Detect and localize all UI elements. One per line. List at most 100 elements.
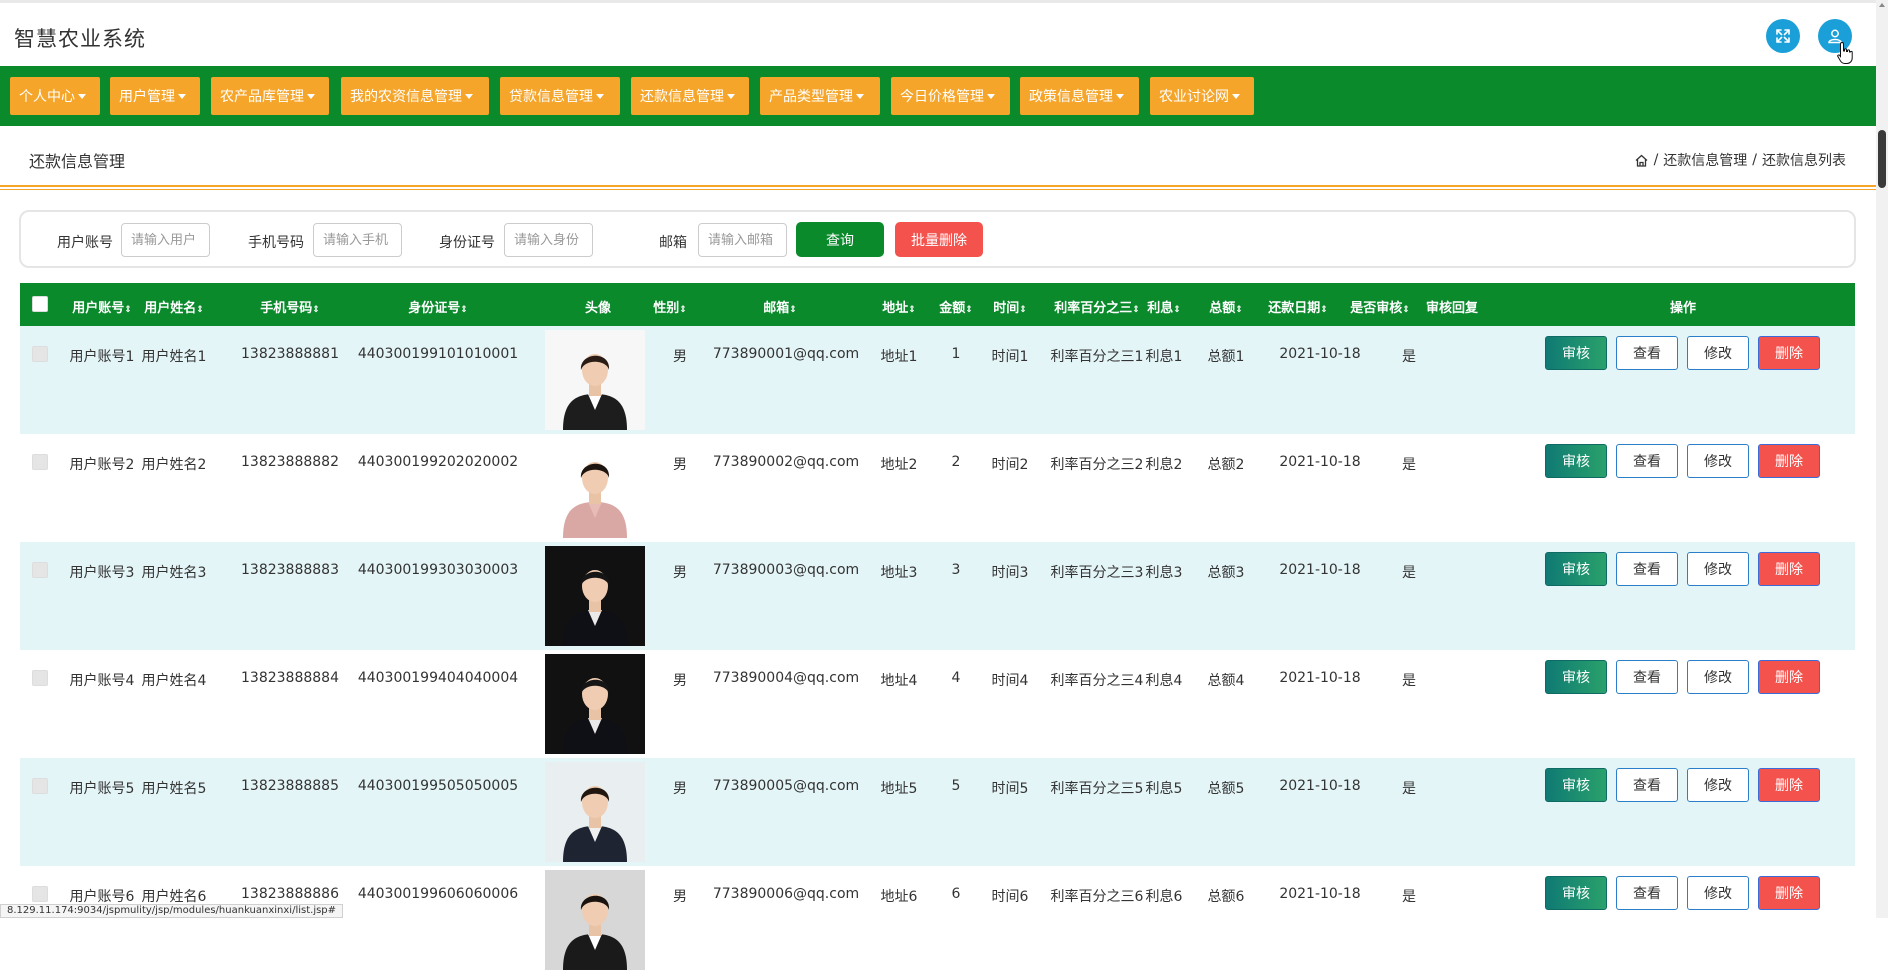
sort-icon[interactable]: ⇕ <box>1019 305 1027 315</box>
breadcrumb-item-repayment-management[interactable]: 还款信息管理 <box>1663 150 1747 170</box>
email-search-input[interactable] <box>698 223 787 257</box>
sort-icon[interactable]: ⇕ <box>965 305 973 315</box>
cell-reviewed: 是 <box>1402 673 1416 689</box>
column-header[interactable]: 利息⇕ <box>1147 297 1181 316</box>
nav-item-user-management[interactable]: 用户管理 <box>110 77 200 115</box>
review-button[interactable]: 审核 <box>1545 660 1607 694</box>
avatar-photo <box>545 762 645 862</box>
delete-button[interactable]: 删除 <box>1758 768 1820 802</box>
breadcrumb-separator: / <box>1752 152 1757 168</box>
edit-button[interactable]: 修改 <box>1687 444 1749 478</box>
nav-item-discussion-forum[interactable]: 农业讨论网 <box>1150 77 1254 115</box>
sort-icon[interactable]: ⇕ <box>460 305 468 315</box>
cell-reviewed: 是 <box>1402 889 1416 905</box>
review-button[interactable]: 审核 <box>1545 876 1607 910</box>
row-checkbox[interactable] <box>32 886 48 902</box>
column-header[interactable]: 时间⇕ <box>993 297 1027 316</box>
nav-item-today-prices[interactable]: 今日价格管理 <box>891 77 1010 115</box>
cell-account: 用户账号3 <box>69 565 135 581</box>
column-header[interactable]: 还款日期⇕ <box>1268 297 1328 316</box>
bulk-delete-button[interactable]: 批量删除 <box>895 222 983 257</box>
column-header[interactable]: 是否审核⇕ <box>1350 297 1410 316</box>
phone-search-input[interactable] <box>313 223 402 257</box>
review-button[interactable]: 审核 <box>1545 336 1607 370</box>
sort-icon[interactable]: ⇕ <box>124 305 132 315</box>
fullscreen-button[interactable] <box>1766 19 1800 53</box>
view-button[interactable]: 查看 <box>1616 768 1678 802</box>
sort-icon[interactable]: ⇕ <box>1132 305 1140 315</box>
view-button[interactable]: 查看 <box>1616 876 1678 910</box>
view-button[interactable]: 查看 <box>1616 336 1678 370</box>
account-search-label: 用户账号 <box>57 235 113 251</box>
column-header[interactable]: 用户账号⇕ <box>72 297 132 316</box>
delete-button[interactable]: 删除 <box>1758 444 1820 478</box>
sort-icon[interactable]: ⇕ <box>908 305 916 315</box>
delete-button[interactable]: 删除 <box>1758 660 1820 694</box>
column-header[interactable]: 邮箱⇕ <box>763 297 797 316</box>
edit-button[interactable]: 修改 <box>1687 660 1749 694</box>
edit-button[interactable]: 修改 <box>1687 336 1749 370</box>
delete-button[interactable]: 删除 <box>1758 876 1820 910</box>
mouse-cursor-icon <box>1837 41 1853 64</box>
column-header[interactable]: 地址⇕ <box>882 297 916 316</box>
scrollbar-thumb[interactable] <box>1878 130 1886 188</box>
view-button[interactable]: 查看 <box>1616 660 1678 694</box>
cell-time: 时间4 <box>991 673 1029 689</box>
column-header[interactable]: 身份证号⇕ <box>408 297 468 316</box>
avatar-photo <box>545 870 645 970</box>
avatar <box>545 546 645 646</box>
sort-icon[interactable]: ⇕ <box>1173 305 1181 315</box>
edit-button[interactable]: 修改 <box>1687 876 1749 910</box>
nav-item-product-library[interactable]: 农产品库管理 <box>211 77 329 115</box>
column-header[interactable]: 利率百分之三⇕ <box>1054 297 1140 316</box>
sort-icon[interactable]: ⇕ <box>312 305 320 315</box>
view-button[interactable]: 查看 <box>1616 552 1678 586</box>
home-icon[interactable] <box>1634 153 1649 168</box>
review-button[interactable]: 审核 <box>1545 768 1607 802</box>
review-button[interactable]: 审核 <box>1545 444 1607 478</box>
row-checkbox[interactable] <box>32 562 48 578</box>
nav-item-repayment-info[interactable]: 还款信息管理 <box>631 77 749 115</box>
avatar <box>545 870 645 970</box>
sort-icon[interactable]: ⇕ <box>1402 305 1410 315</box>
sort-icon[interactable]: ⇕ <box>679 305 687 315</box>
nav-item-loan-info[interactable]: 贷款信息管理 <box>500 77 620 115</box>
row-checkbox[interactable] <box>32 778 48 794</box>
nav-item-policy-info[interactable]: 政策信息管理 <box>1020 77 1139 115</box>
cell-address: 地址3 <box>880 565 918 581</box>
edit-button[interactable]: 修改 <box>1687 768 1749 802</box>
column-header[interactable]: 用户姓名⇕ <box>144 297 204 316</box>
idcard-search-input[interactable] <box>504 223 593 257</box>
sort-icon[interactable]: ⇕ <box>1320 305 1328 315</box>
cell-account: 用户账号6 <box>69 889 135 905</box>
column-header[interactable]: 总额⇕ <box>1209 297 1243 316</box>
row-checkbox[interactable] <box>32 670 48 686</box>
column-header[interactable]: 手机号码⇕ <box>260 297 320 316</box>
review-button[interactable]: 审核 <box>1545 552 1607 586</box>
edit-button[interactable]: 修改 <box>1687 552 1749 586</box>
query-button[interactable]: 查询 <box>796 222 884 257</box>
nav-item-personal-center[interactable]: 个人中心 <box>10 77 100 115</box>
account-search-input[interactable] <box>121 223 210 257</box>
delete-button[interactable]: 删除 <box>1758 336 1820 370</box>
cell-address: 地址5 <box>880 781 918 797</box>
row-checkbox[interactable] <box>32 346 48 362</box>
nav-item-my-farm-supplies[interactable]: 我的农资信息管理 <box>341 77 489 115</box>
page-title: 还款信息管理 <box>29 152 126 171</box>
scroll-up-arrow-icon[interactable] <box>1879 3 1885 7</box>
sort-icon[interactable]: ⇕ <box>789 305 797 315</box>
page-scrollbar[interactable] <box>1876 0 1888 918</box>
sort-icon[interactable]: ⇕ <box>196 305 204 315</box>
sort-icon[interactable]: ⇕ <box>1235 305 1243 315</box>
avatar-photo <box>545 330 645 430</box>
select-all-checkbox[interactable] <box>32 296 48 312</box>
view-button[interactable]: 查看 <box>1616 444 1678 478</box>
row-checkbox[interactable] <box>32 454 48 470</box>
chevron-down-icon <box>307 93 315 99</box>
column-header[interactable]: 金额⇕ <box>939 297 973 316</box>
breadcrumb-item-repayment-list: 还款信息列表 <box>1762 153 1846 169</box>
delete-button[interactable]: 删除 <box>1758 552 1820 586</box>
search-panel: 用户账号 手机号码 身份证号 邮箱 查询 批量删除 <box>19 210 1856 268</box>
nav-item-product-types[interactable]: 产品类型管理 <box>760 77 880 115</box>
column-header[interactable]: 性别⇕ <box>653 297 687 316</box>
